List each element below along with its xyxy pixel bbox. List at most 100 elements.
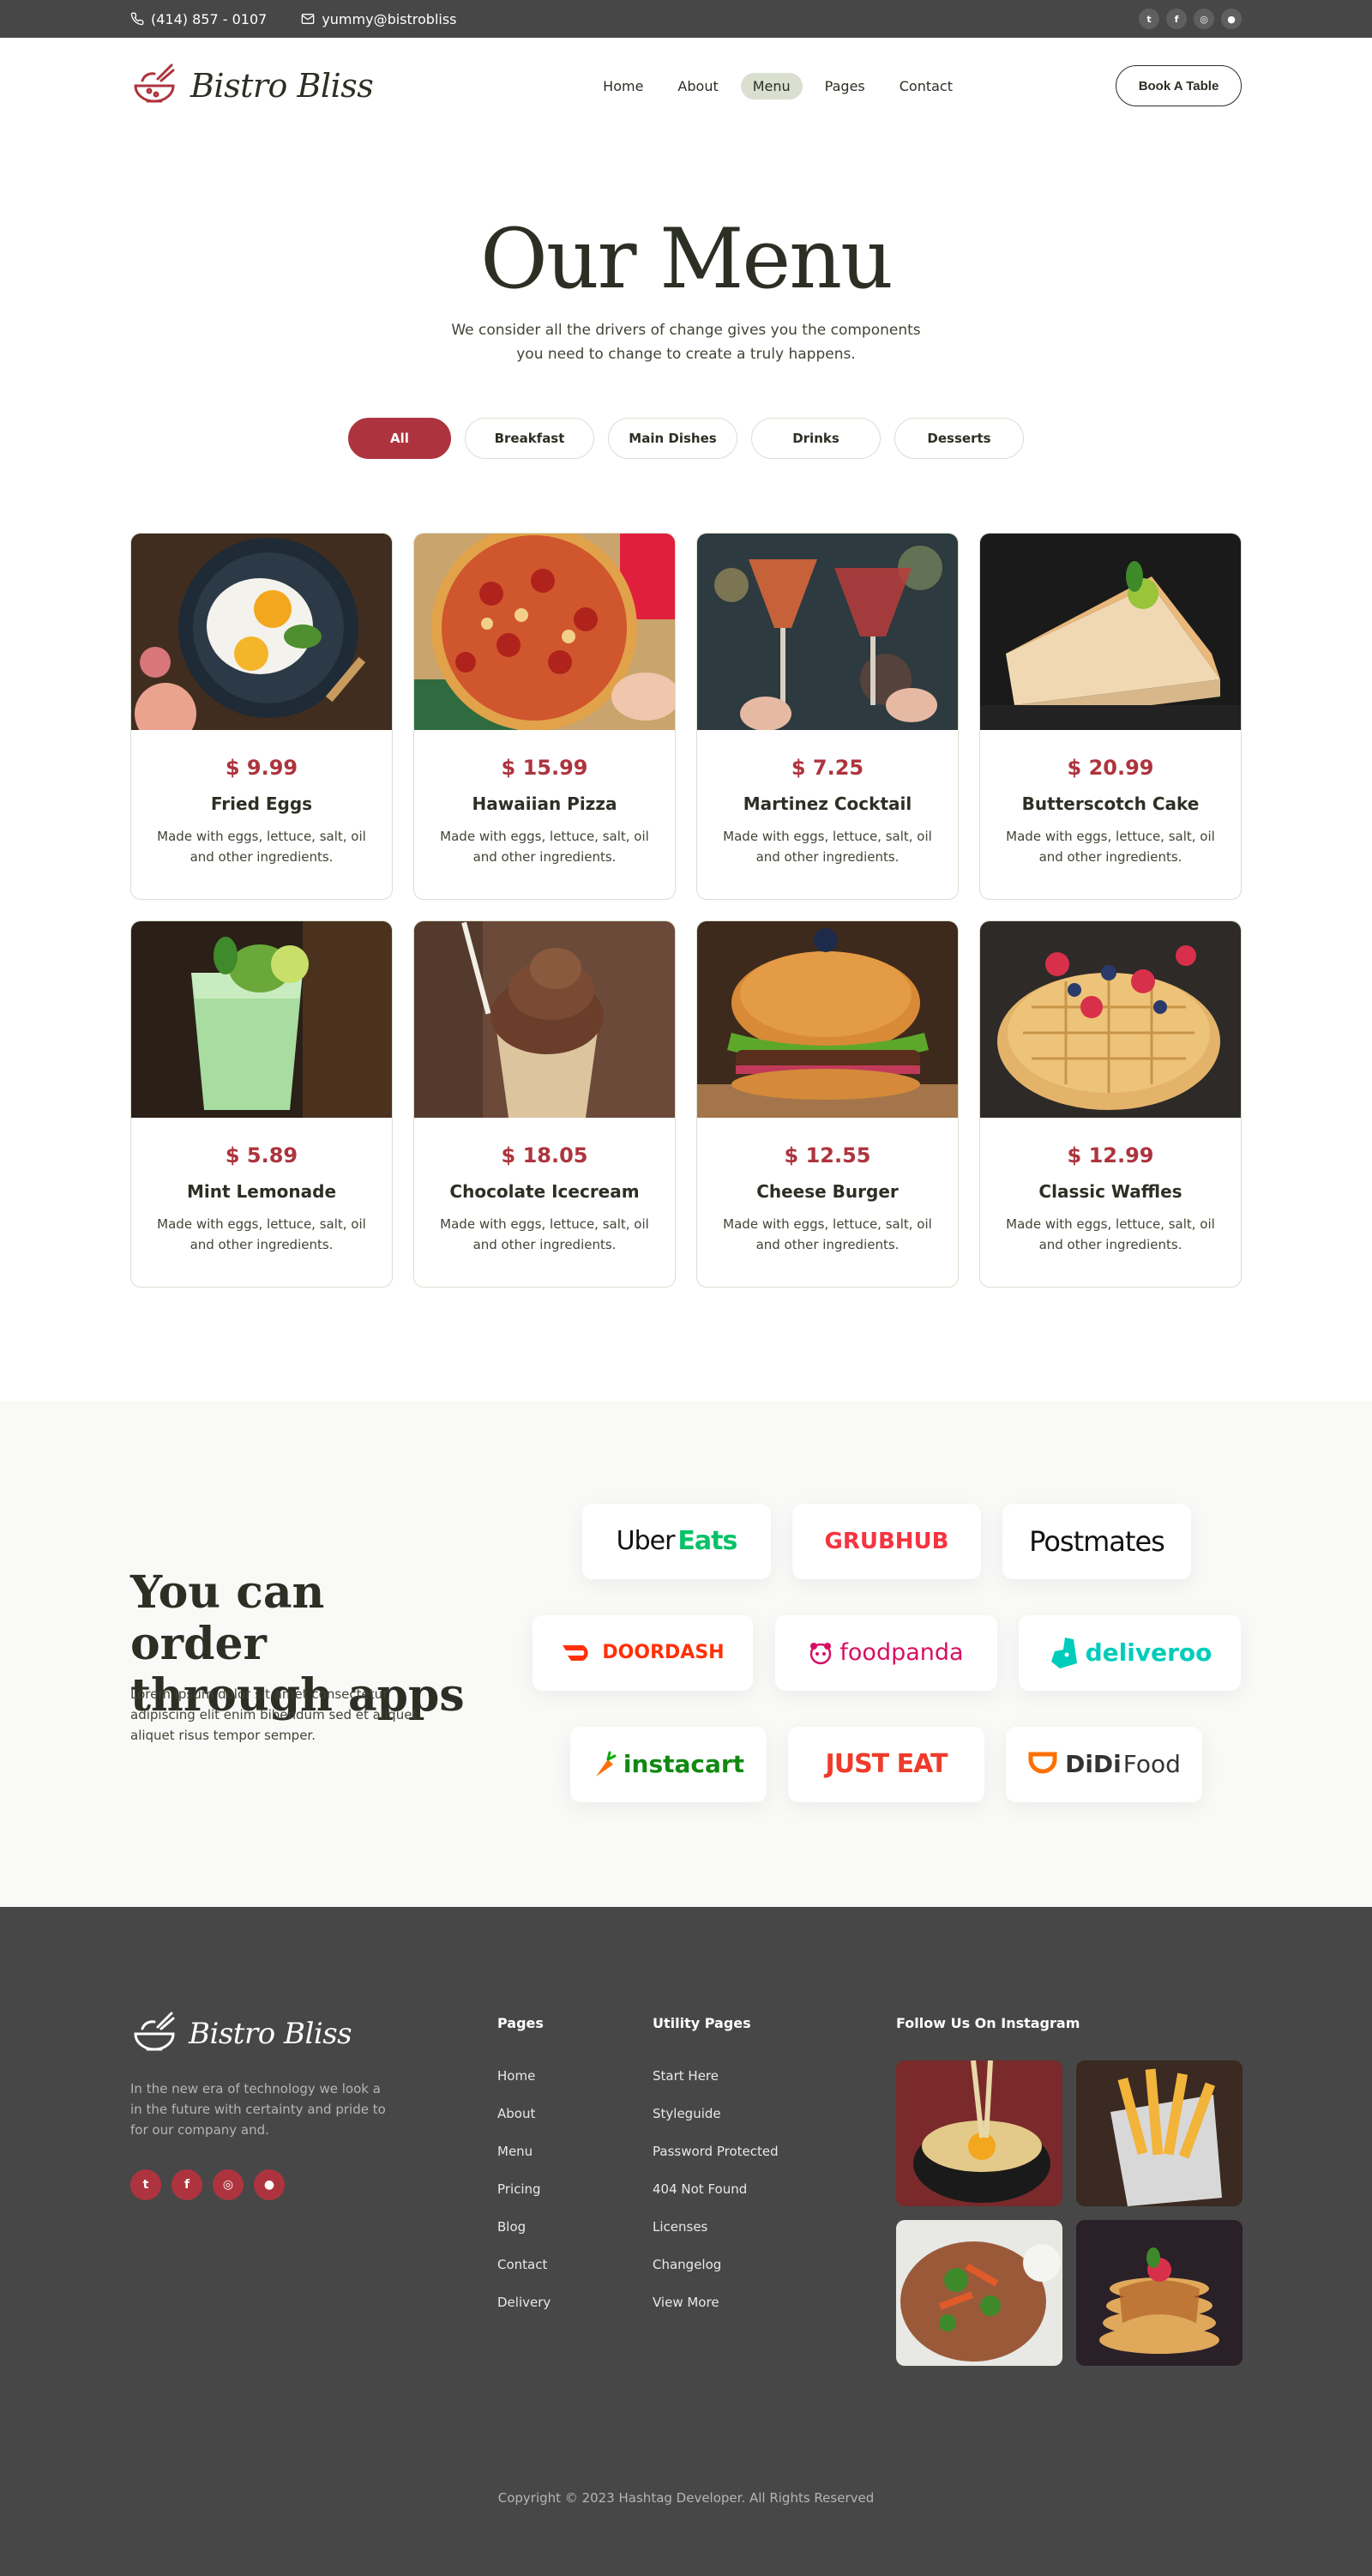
dish-description: Made with eggs, lettuce, salt, oil and o… (157, 828, 366, 865)
footer-link-home[interactable]: Home (497, 2067, 551, 2084)
footer-link-styleguide[interactable]: Styleguide (653, 2105, 779, 2122)
dish-price: $ 12.99 (1067, 1143, 1154, 1167)
footer-about: In the new era of technology we look a i… (130, 2080, 386, 2138)
footer-link-contact[interactable]: Contact (497, 2256, 551, 2273)
hawaiian-pizza-image (414, 533, 675, 730)
dish-name: Classic Waffles (1038, 1180, 1182, 1202)
facebook-icon[interactable]: f (172, 2169, 202, 2200)
dish-description: Made with eggs, lettuce, salt, oil and o… (440, 1216, 649, 1252)
filter-breakfast[interactable]: Breakfast (465, 417, 594, 459)
filter-desserts[interactable]: Desserts (894, 417, 1024, 459)
footer-link-password-protected[interactable]: Password Protected (653, 2143, 779, 2160)
dish-description: Made with eggs, lettuce, salt, oil and o… (723, 1216, 932, 1252)
footer-link-about[interactable]: About (497, 2105, 551, 2122)
nav-contact[interactable]: Contact (888, 73, 965, 100)
menu-card[interactable]: $ 20.99 Butterscotch Cake Made with eggs… (979, 532, 1242, 900)
fried-eggs-image (131, 533, 392, 730)
menu-card[interactable]: $ 12.99 Classic Waffles Made with eggs, … (979, 920, 1242, 1288)
menu-card[interactable]: $ 15.99 Hawaiian Pizza Made with eggs, l… (413, 532, 676, 900)
email-address: yummy@bistrobliss (322, 10, 457, 27)
dish-price: $ 7.25 (791, 755, 864, 780)
brand-name: Bistro Bliss (190, 67, 374, 105)
mail-icon (301, 14, 315, 24)
nav-about[interactable]: About (665, 73, 730, 100)
email-contact[interactable]: yummy@bistrobliss (301, 10, 457, 27)
brand-logo[interactable]: Bistro Bliss (130, 62, 374, 110)
footer-link-delivery[interactable]: Delivery (497, 2294, 551, 2311)
filter-all[interactable]: All (348, 417, 451, 459)
dish-name: Cheese Burger (756, 1180, 899, 1202)
dish-price: $ 20.99 (1067, 755, 1154, 780)
phone-contact[interactable]: (414) 857 - 0107 (130, 11, 267, 27)
facebook-icon[interactable]: f (1166, 9, 1187, 29)
footer-socials: t f ◎ ● (130, 2169, 285, 2200)
foodpanda-logo[interactable]: foodpanda (775, 1614, 997, 1691)
nav-pages[interactable]: Pages (813, 73, 877, 100)
page-subtitle: We consider all the drivers of change gi… (451, 321, 921, 363)
footer-brand-name: Bistro Bliss (189, 2016, 352, 2051)
cheese-burger-image (697, 920, 958, 1118)
main-header: Bistro Bliss Home About Menu Pages Conta… (0, 38, 1372, 134)
filter-drinks[interactable]: Drinks (751, 417, 881, 459)
carrot-icon (595, 1751, 617, 1777)
footer-pages-title: Pages (497, 2014, 544, 2031)
menu-card[interactable]: $ 12.55 Cheese Burger Made with eggs, le… (696, 920, 959, 1288)
menu-card[interactable]: $ 7.25 Martinez Cocktail Made with eggs,… (696, 532, 959, 900)
twitter-icon[interactable]: t (1139, 9, 1159, 29)
menu-card[interactable]: $ 5.89 Mint Lemonade Made with eggs, let… (130, 920, 393, 1288)
dish-name: Mint Lemonade (186, 1180, 337, 1202)
ubereats-logo[interactable]: Uber Eats (582, 1503, 771, 1579)
dish-price: $ 5.89 (225, 1143, 298, 1167)
footer-link-menu[interactable]: Menu (497, 2143, 551, 2160)
instagram-feed: Follow Us On Instagram (896, 2015, 1243, 2366)
deliveroo-logo[interactable]: deliveroo (1019, 1614, 1241, 1691)
ubereats-label-b: Eats (677, 1526, 737, 1557)
order-apps-section: You can order through apps Lorem ipsum d… (0, 1400, 1372, 1907)
menu-hero: Our Menu We consider all the drivers of … (0, 134, 1372, 459)
footer-link-blog[interactable]: Blog (497, 2218, 551, 2235)
nav-menu[interactable]: Menu (740, 72, 803, 100)
footer-utility-title: Utility Pages (653, 2014, 751, 2031)
bowl-logo-icon (134, 2012, 175, 2051)
menu-card[interactable]: $ 18.05 Chocolate Icecream Made with egg… (413, 920, 676, 1288)
instagram-icon[interactable]: ◎ (213, 2169, 244, 2200)
main-nav: Home About Menu Pages Contact (591, 72, 965, 100)
kangaroo-icon (1050, 1637, 1077, 1668)
mint-lemonade-image (131, 920, 392, 1118)
footer-brand-logo[interactable]: Bistro Bliss (130, 2010, 352, 2058)
chocolate-icecream-image (414, 920, 675, 1118)
classic-waffles-image (980, 920, 1241, 1118)
menu-card[interactable]: $ 9.99 Fried Eggs Made with eggs, lettuc… (130, 532, 393, 900)
github-icon[interactable]: ● (1221, 9, 1242, 29)
instagram-photo-salad[interactable] (896, 2219, 1062, 2366)
justeat-logo[interactable]: JUST EAT (788, 1726, 984, 1802)
footer-link-licenses[interactable]: Licenses (653, 2218, 779, 2235)
instagram-photo-noodles[interactable] (896, 2060, 1062, 2206)
copyright-text: Copyright © 2023 Hashtag Developer. All … (497, 2489, 875, 2506)
postmates-logo[interactable]: Postmates (1002, 1503, 1191, 1579)
footer-link-start-here[interactable]: Start Here (653, 2067, 779, 2084)
twitter-icon[interactable]: t (130, 2169, 161, 2200)
filter-main-dishes[interactable]: Main Dishes (608, 417, 737, 459)
doordash-logo[interactable]: DOORDASH (533, 1614, 753, 1691)
nav-home[interactable]: Home (591, 73, 655, 100)
dish-description: Made with eggs, lettuce, salt, oil and o… (157, 1216, 366, 1252)
didi-icon (1028, 1752, 1057, 1774)
grubhub-logo[interactable]: GRUBHUB (792, 1503, 981, 1579)
dish-name: Butterscotch Cake (1021, 793, 1200, 814)
footer-link-view-more[interactable]: View More (653, 2294, 779, 2311)
book-table-button[interactable]: Book A Table (1116, 65, 1242, 106)
github-icon[interactable]: ● (254, 2169, 285, 2200)
instagram-photo-fries[interactable] (1076, 2060, 1243, 2206)
instagram-icon[interactable]: ◎ (1194, 9, 1214, 29)
footer-link-pricing[interactable]: Pricing (497, 2181, 551, 2198)
footer-link-changelog[interactable]: Changelog (653, 2256, 779, 2273)
footer-link-404[interactable]: 404 Not Found (653, 2181, 779, 2198)
instagram-photo-pancakes[interactable] (1076, 2219, 1243, 2366)
dish-description: Made with eggs, lettuce, salt, oil and o… (723, 828, 932, 865)
instacart-logo[interactable]: instacart (570, 1726, 767, 1802)
didifood-logo[interactable]: DiDi Food (1006, 1726, 1202, 1802)
dish-price: $ 15.99 (501, 755, 588, 780)
dish-description: Made with eggs, lettuce, salt, oil and o… (1006, 828, 1215, 865)
footer-utility-column: Utility Pages Start Here Styleguide Pass… (653, 2015, 779, 2332)
